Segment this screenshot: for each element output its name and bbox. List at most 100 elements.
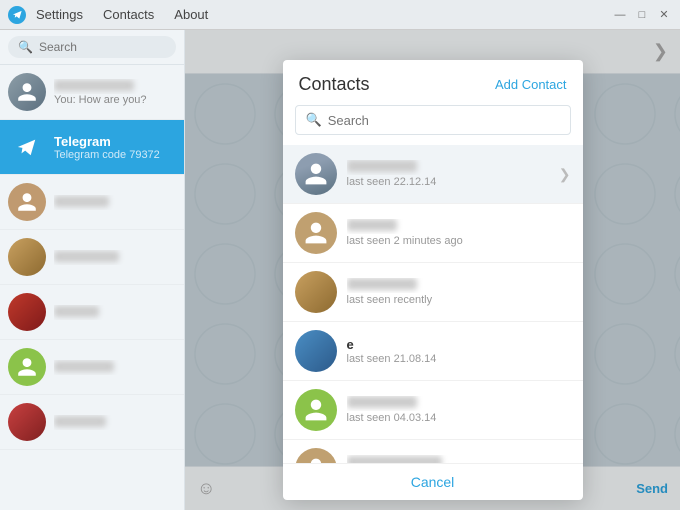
contact-avatar-4 (295, 330, 337, 372)
modal-overlay: Contacts Add Contact 🔍 (185, 30, 680, 510)
contact-info-6: last seen 30.01.15 (347, 455, 571, 463)
minimize-button[interactable]: — (612, 7, 628, 23)
chat-item-4[interactable] (0, 230, 184, 285)
contact-info-4: e last seen 21.08.14 (347, 337, 571, 365)
person-avatar-icon-6 (303, 456, 329, 463)
contact-name-6 (347, 455, 571, 463)
main-area: 🔍 You: How are you? (0, 30, 680, 510)
person-avatar-icon-5 (303, 397, 329, 423)
chat-list: You: How are you? Telegram Telegram code… (0, 65, 184, 510)
chat-info-telegram: Telegram Telegram code 79372 (54, 134, 176, 161)
contact-status-1: last seen 22.12.14 (347, 176, 549, 188)
contact-item-6[interactable]: last seen 30.01.15 (283, 440, 583, 463)
contact-item-5[interactable]: last seen 04.03.14 (283, 381, 583, 440)
chat-item-6[interactable] (0, 340, 184, 395)
contact-name-3 (347, 278, 571, 293)
add-contact-button[interactable]: Add Contact (495, 77, 567, 92)
telegram-icon (16, 136, 38, 158)
contact-info-3: last seen recently (347, 278, 571, 306)
contacts-modal: Contacts Add Contact 🔍 (283, 60, 583, 500)
person-avatar-icon-2 (303, 220, 329, 246)
avatar-7 (8, 403, 46, 441)
modal-search-inner[interactable]: 🔍 (295, 105, 571, 135)
modal-search-input[interactable] (328, 113, 560, 128)
menu-contacts[interactable]: Contacts (99, 5, 158, 24)
chat-item-jak[interactable]: You: How are you? (0, 65, 184, 120)
chat-name-4 (54, 250, 176, 265)
window-controls: — □ ✕ (612, 7, 672, 23)
menu-about[interactable]: About (170, 5, 212, 24)
contact-status-2: last seen 2 minutes ago (347, 235, 571, 247)
contact-item-1[interactable]: last seen 22.12.14 ❯ (283, 145, 583, 204)
contact-name-1 (347, 160, 549, 175)
contact-item-2[interactable]: last seen 2 minutes ago (283, 204, 583, 263)
contact-status-4: last seen 21.08.14 (347, 353, 571, 365)
avatar-3 (8, 183, 46, 221)
chat-name-5 (54, 305, 176, 320)
sidebar-search-inner[interactable]: 🔍 (8, 36, 176, 58)
chat-item-7[interactable] (0, 395, 184, 450)
cancel-button[interactable]: Cancel (411, 474, 455, 490)
contact-name-5 (347, 396, 571, 411)
modal-header: Contacts Add Contact (283, 60, 583, 105)
chat-item-3[interactable] (0, 175, 184, 230)
contact-avatar-5 (295, 389, 337, 431)
contact-avatar-6 (295, 448, 337, 463)
modal-title: Contacts (299, 74, 370, 95)
contact-info-1: last seen 22.12.14 (347, 160, 549, 188)
contact-item-4[interactable]: e last seen 21.08.14 (283, 322, 583, 381)
telegram-logo-icon (12, 9, 23, 20)
sidebar: 🔍 You: How are you? (0, 30, 185, 510)
contact-info-2: last seen 2 minutes ago (347, 219, 571, 247)
chat-info-7 (54, 415, 176, 430)
avatar-telegram (8, 128, 46, 166)
chat-name-telegram: Telegram (54, 134, 176, 149)
app-window: Settings Contacts About — □ ✕ 🔍 (0, 0, 680, 510)
chat-info-5 (54, 305, 176, 320)
sidebar-search-input[interactable] (39, 40, 166, 54)
chat-info-jak: You: How are you? (54, 79, 176, 106)
person-avatar-icon-1 (303, 161, 329, 187)
contact-status-5: last seen 04.03.14 (347, 412, 571, 424)
person-icon-6 (16, 356, 38, 378)
avatar-4 (8, 238, 46, 276)
chat-info-6 (54, 360, 176, 375)
sidebar-search-bar: 🔍 (0, 30, 184, 65)
maximize-button[interactable]: □ (634, 7, 650, 23)
modal-search-icon: 🔍 (306, 112, 322, 128)
title-bar: Settings Contacts About — □ ✕ (0, 0, 680, 30)
chat-info-4 (54, 250, 176, 265)
person-icon-3 (16, 191, 38, 213)
chat-item-telegram[interactable]: Telegram Telegram code 79372 (0, 120, 184, 175)
menu-settings[interactable]: Settings (32, 5, 87, 24)
chat-preview-telegram: Telegram code 79372 (54, 149, 176, 161)
contact-avatar-3 (295, 271, 337, 313)
person-icon (16, 81, 38, 103)
chat-info-3 (54, 195, 176, 210)
search-icon: 🔍 (18, 40, 33, 54)
chat-area: ❯ ☺ Send Contacts Add Contact (185, 30, 680, 510)
contact-status-3: last seen recently (347, 294, 571, 306)
chat-item-5[interactable] (0, 285, 184, 340)
contact-avatar-2 (295, 212, 337, 254)
app-logo (8, 6, 26, 24)
avatar-6 (8, 348, 46, 386)
chat-name-jak (54, 79, 176, 94)
avatar-jak (8, 73, 46, 111)
contact-list: last seen 22.12.14 ❯ (283, 145, 583, 463)
modal-search: 🔍 (283, 105, 583, 145)
chat-preview-jak: You: How are you? (54, 94, 176, 106)
chat-name-6 (54, 360, 176, 375)
chat-name-7 (54, 415, 176, 430)
avatar-5 (8, 293, 46, 331)
contact-name-2 (347, 219, 571, 234)
contact-info-5: last seen 04.03.14 (347, 396, 571, 424)
modal-footer: Cancel (283, 463, 583, 500)
contact-name-4: e (347, 337, 571, 352)
contact-item-3[interactable]: last seen recently (283, 263, 583, 322)
close-button[interactable]: ✕ (656, 7, 672, 23)
menu-bar: Settings Contacts About (32, 5, 612, 24)
contact-arrow-1: ❯ (559, 166, 571, 183)
chat-name-3 (54, 195, 176, 210)
contact-avatar-1 (295, 153, 337, 195)
